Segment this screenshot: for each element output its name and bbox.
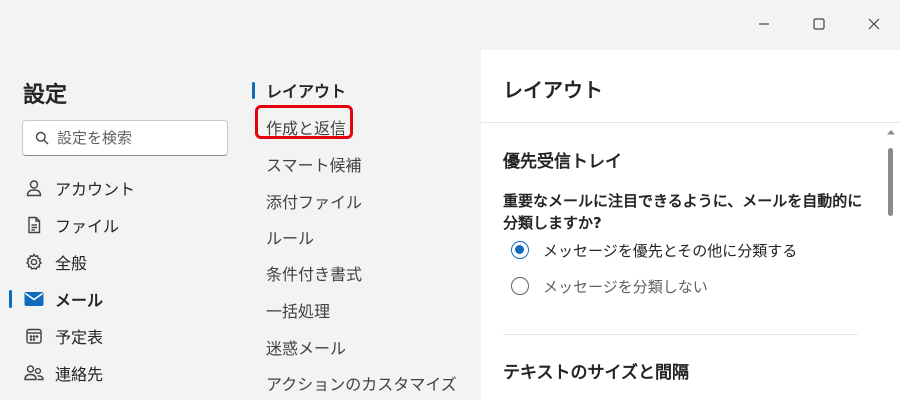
settings-sidebar: 設定 アカウント ファイル 全般 メール 予定表 <box>0 50 248 400</box>
subnav-item-customize-actions[interactable]: アクションのカスタマイズ <box>266 368 457 398</box>
sidebar-item-account[interactable]: アカウント <box>0 170 240 206</box>
radio-label: メッセージを分類しない <box>543 277 708 296</box>
sidebar-item-calendar[interactable]: 予定表 <box>0 318 240 354</box>
person-icon <box>24 178 44 198</box>
page-title: レイアウト <box>503 78 603 102</box>
active-indicator <box>9 290 12 308</box>
subnav-item-rules[interactable]: ルール <box>266 222 314 252</box>
sidebar-item-label: 連絡先 <box>55 365 104 384</box>
subnav-item-attachments[interactable]: 添付ファイル <box>266 186 362 216</box>
radio-option-no-sort[interactable]: メッセージを分類しない <box>511 273 708 299</box>
sidebar-item-contacts[interactable]: 連絡先 <box>0 355 240 391</box>
content-header: レイアウト <box>481 50 900 123</box>
subnav-item-junk-mail[interactable]: 迷惑メール <box>266 332 346 362</box>
search-input[interactable] <box>57 129 217 147</box>
section-divider <box>503 334 858 335</box>
subnav-item-smart-suggestions[interactable]: スマート候補 <box>266 149 362 179</box>
close-button[interactable] <box>852 6 896 42</box>
minimize-icon <box>759 23 769 25</box>
focused-inbox-heading: 優先受信トレイ <box>503 152 622 172</box>
maximize-button[interactable] <box>797 6 841 42</box>
radio-option-sort[interactable]: メッセージを優先とその他に分類する <box>511 237 797 263</box>
title-bar <box>0 0 900 50</box>
people-icon <box>24 363 44 383</box>
file-icon <box>24 215 44 235</box>
maximize-icon <box>813 18 825 30</box>
scrollbar-thumb[interactable] <box>888 148 893 216</box>
sidebar-item-label: ファイル <box>55 217 120 236</box>
active-indicator <box>252 82 255 99</box>
radio-button-unchecked[interactable] <box>511 277 529 295</box>
search-box[interactable] <box>22 120 228 156</box>
radio-button-checked[interactable] <box>511 241 529 259</box>
subnav-item-bulk-processing[interactable]: 一括処理 <box>266 295 330 325</box>
sidebar-item-mail[interactable]: メール <box>0 281 240 317</box>
subnav-item-conditional-formatting[interactable]: 条件付き書式 <box>266 258 362 288</box>
sidebar-item-general[interactable]: 全般 <box>0 244 240 280</box>
gear-icon <box>24 252 44 272</box>
text-size-heading: テキストのサイズと間隔 <box>503 363 689 383</box>
calendar-icon <box>24 326 44 346</box>
sidebar-item-label: アカウント <box>55 180 136 199</box>
settings-content: レイアウト 優先受信トレイ 重要なメールに注目できるように、メールを自動的に分類… <box>481 50 900 400</box>
close-icon <box>868 18 880 30</box>
search-icon <box>33 129 51 147</box>
sidebar-item-label: 全般 <box>55 254 88 273</box>
focused-inbox-question: 重要なメールに注目できるように、メールを自動的に分類しますか? <box>503 192 863 232</box>
sidebar-item-label: メール <box>55 291 104 310</box>
radio-label: メッセージを優先とその他に分類する <box>543 241 798 260</box>
subnav-item-layout[interactable]: レイアウト <box>266 75 346 105</box>
subnav-item-compose-reply[interactable]: 作成と返信 <box>266 112 346 142</box>
mail-icon <box>24 289 44 309</box>
sidebar-item-files[interactable]: ファイル <box>0 207 240 243</box>
minimize-button[interactable] <box>742 6 786 42</box>
scroll-up-arrow-icon[interactable] <box>886 128 896 136</box>
settings-title: 設定 <box>23 83 68 108</box>
sidebar-item-label: 予定表 <box>55 328 104 347</box>
mail-subnav: レイアウト 作成と返信 スマート候補 添付ファイル ルール 条件付き書式 一括処… <box>248 50 480 400</box>
